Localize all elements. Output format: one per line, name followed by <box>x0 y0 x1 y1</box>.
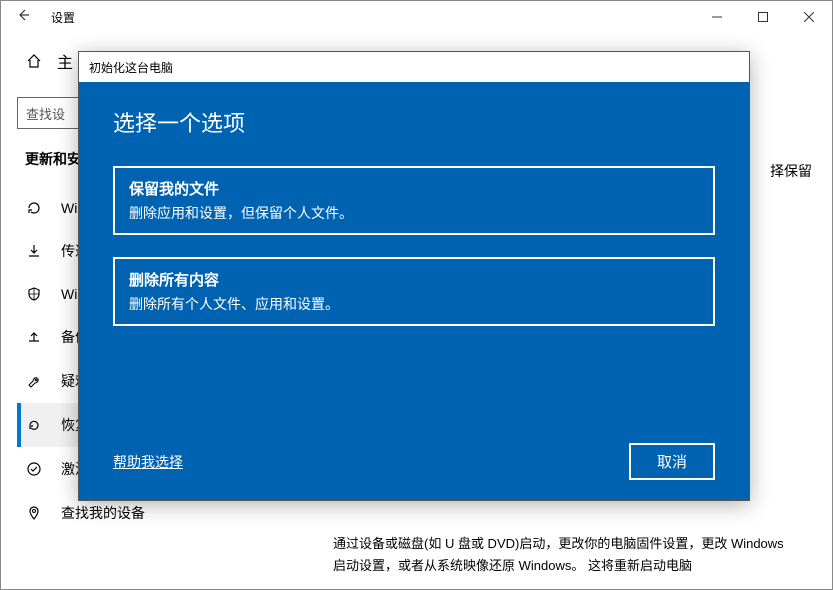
option-desc: 删除所有个人文件、应用和设置。 <box>129 294 699 314</box>
maximize-button[interactable] <box>740 1 786 33</box>
titlebar: 设置 <box>1 1 832 33</box>
sidebar-item-label: Wi <box>61 200 77 216</box>
option-title: 删除所有内容 <box>129 269 699 290</box>
dialog-heading: 选择一个选项 <box>113 106 715 138</box>
recovery-icon <box>25 416 43 434</box>
refresh-icon <box>25 199 43 217</box>
home-icon <box>25 52 43 70</box>
option-title: 保留我的文件 <box>129 178 699 199</box>
window-title: 设置 <box>51 9 75 26</box>
option-remove-everything[interactable]: 删除所有内容 删除所有个人文件、应用和设置。 <box>113 257 715 326</box>
advanced-startup-desc: 通过设备或磁盘(如 U 盘或 DVD)启动，更改你的电脑固件设置，更改 Wind… <box>333 533 800 577</box>
home-label: 主 <box>57 49 73 73</box>
back-button[interactable] <box>13 7 33 28</box>
dialog-title: 初始化这台电脑 <box>89 59 173 76</box>
dialog-titlebar: 初始化这台电脑 <box>79 52 749 82</box>
download-icon <box>25 242 43 260</box>
close-button[interactable] <box>786 1 832 33</box>
window-controls <box>694 1 832 33</box>
sidebar-item-label: Wi <box>61 286 77 302</box>
shield-icon <box>25 285 43 303</box>
help-me-choose-link[interactable]: 帮助我选择 <box>113 452 183 472</box>
search-placeholder: 查找设 <box>26 104 65 123</box>
option-keep-files[interactable]: 保留我的文件 删除应用和设置，但保留个人文件。 <box>113 166 715 235</box>
minimize-button[interactable] <box>694 1 740 33</box>
titlebar-left: 设置 <box>13 7 75 28</box>
option-desc: 删除应用和设置，但保留个人文件。 <box>129 203 699 223</box>
arrow-left-icon <box>15 7 31 23</box>
sidebar-item-label: 查找我的设备 <box>61 503 145 523</box>
backup-icon <box>25 328 43 346</box>
wrench-icon <box>25 372 43 390</box>
location-icon <box>25 504 43 522</box>
check-circle-icon <box>25 460 43 478</box>
cancel-button[interactable]: 取消 <box>629 443 715 480</box>
dialog-footer: 帮助我选择 取消 <box>113 443 715 480</box>
reset-pc-dialog: 初始化这台电脑 选择一个选项 保留我的文件 删除应用和设置，但保留个人文件。 删… <box>78 51 750 501</box>
dialog-body: 选择一个选项 保留我的文件 删除应用和设置，但保留个人文件。 删除所有内容 删除… <box>79 82 749 500</box>
truncated-text-fragment: 择保留 <box>770 161 812 181</box>
